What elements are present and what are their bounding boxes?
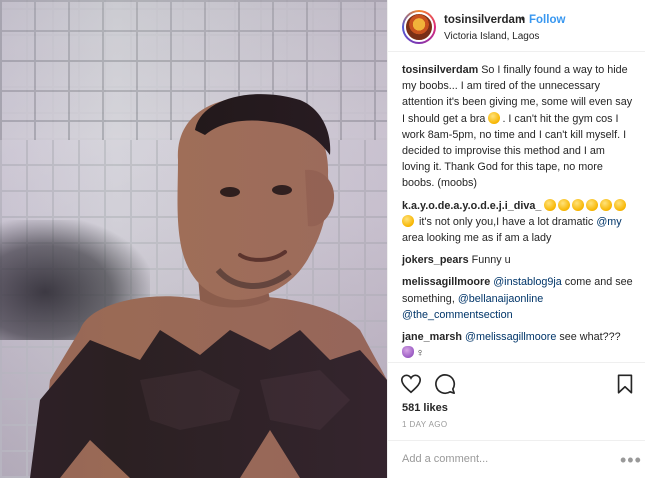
header-separator-dot: •: [521, 14, 526, 26]
list-item: jane_marsh @melissagillmoore see what???…: [402, 329, 634, 361]
list-item: melissagillmoore @instablog9ja come and …: [402, 274, 634, 323]
post-timestamp[interactable]: 1 DAY AGO: [402, 420, 448, 429]
comments-list: tosinsilverdam So I finally found a way …: [388, 52, 645, 362]
comment-mention[interactable]: @the_commentsection: [402, 309, 513, 321]
smiley-emoji-icon: [402, 214, 414, 227]
female-sign: ♀: [416, 347, 425, 360]
list-item: k.a.y.o.de.a.y.o.d.e.j.i_diva_ it's not …: [402, 198, 634, 247]
post-actions-bar: [388, 362, 645, 402]
likes-count[interactable]: 581 likes: [402, 402, 448, 414]
list-item: jokers_pears Funny u: [402, 252, 634, 268]
facepalm-emoji-icon: [402, 346, 414, 359]
smiley-emoji-icon: [586, 198, 599, 211]
location-link[interactable]: Victoria Island, Lagos: [444, 31, 539, 42]
comment-username[interactable]: tosinsilverdam: [402, 64, 478, 76]
bookmark-icon[interactable]: [614, 373, 636, 395]
post-photo[interactable]: [0, 0, 387, 478]
comment-text: it's not only you,I have a lot dramatic: [419, 215, 597, 228]
comment-username[interactable]: melissagillmoore: [402, 276, 490, 288]
smiley-emoji-icon: [572, 198, 585, 211]
header-username[interactable]: tosinsilverdam: [444, 14, 525, 26]
comment-username[interactable]: jane_marsh: [402, 331, 462, 343]
caption-comment: tosinsilverdam So I finally found a way …: [402, 62, 634, 192]
comment-mention[interactable]: @my: [596, 216, 621, 228]
smiley-emoji-icon: [614, 198, 627, 211]
comment-icon[interactable]: [434, 373, 456, 395]
comment-username[interactable]: k.a.y.o.de.a.y.o.d.e.j.i_diva_: [402, 200, 541, 212]
comment-mention[interactable]: @bellanaijaonline: [458, 293, 543, 305]
comment-text: see what???: [556, 331, 621, 344]
avatar[interactable]: [402, 10, 436, 44]
follow-button[interactable]: Follow: [529, 14, 565, 26]
post-side-panel: tosinsilverdam • Follow Victoria Island,…: [387, 0, 645, 478]
comment-mention[interactable]: @melissagillmoore: [465, 331, 556, 343]
smiley-emoji-icon: [558, 198, 571, 211]
comment-mention[interactable]: @instablog9ja: [493, 276, 562, 288]
comment-text: Funny u: [471, 254, 511, 267]
add-comment-input[interactable]: Add a comment...: [402, 453, 488, 465]
grimace-emoji-icon: [488, 111, 501, 124]
smiley-emoji-icon: [600, 198, 613, 211]
photo-color-overlay: [0, 0, 387, 478]
comment-username[interactable]: jokers_pears: [402, 254, 469, 266]
smiley-emoji-icon: [544, 198, 557, 211]
post-header: tosinsilverdam • Follow Victoria Island,…: [388, 0, 645, 52]
heart-icon[interactable]: [400, 373, 422, 395]
more-options-icon[interactable]: •••: [620, 450, 642, 471]
comment-text: area looking me as if am a lady: [402, 232, 552, 245]
add-comment-bar[interactable]: Add a comment... •••: [388, 440, 645, 478]
